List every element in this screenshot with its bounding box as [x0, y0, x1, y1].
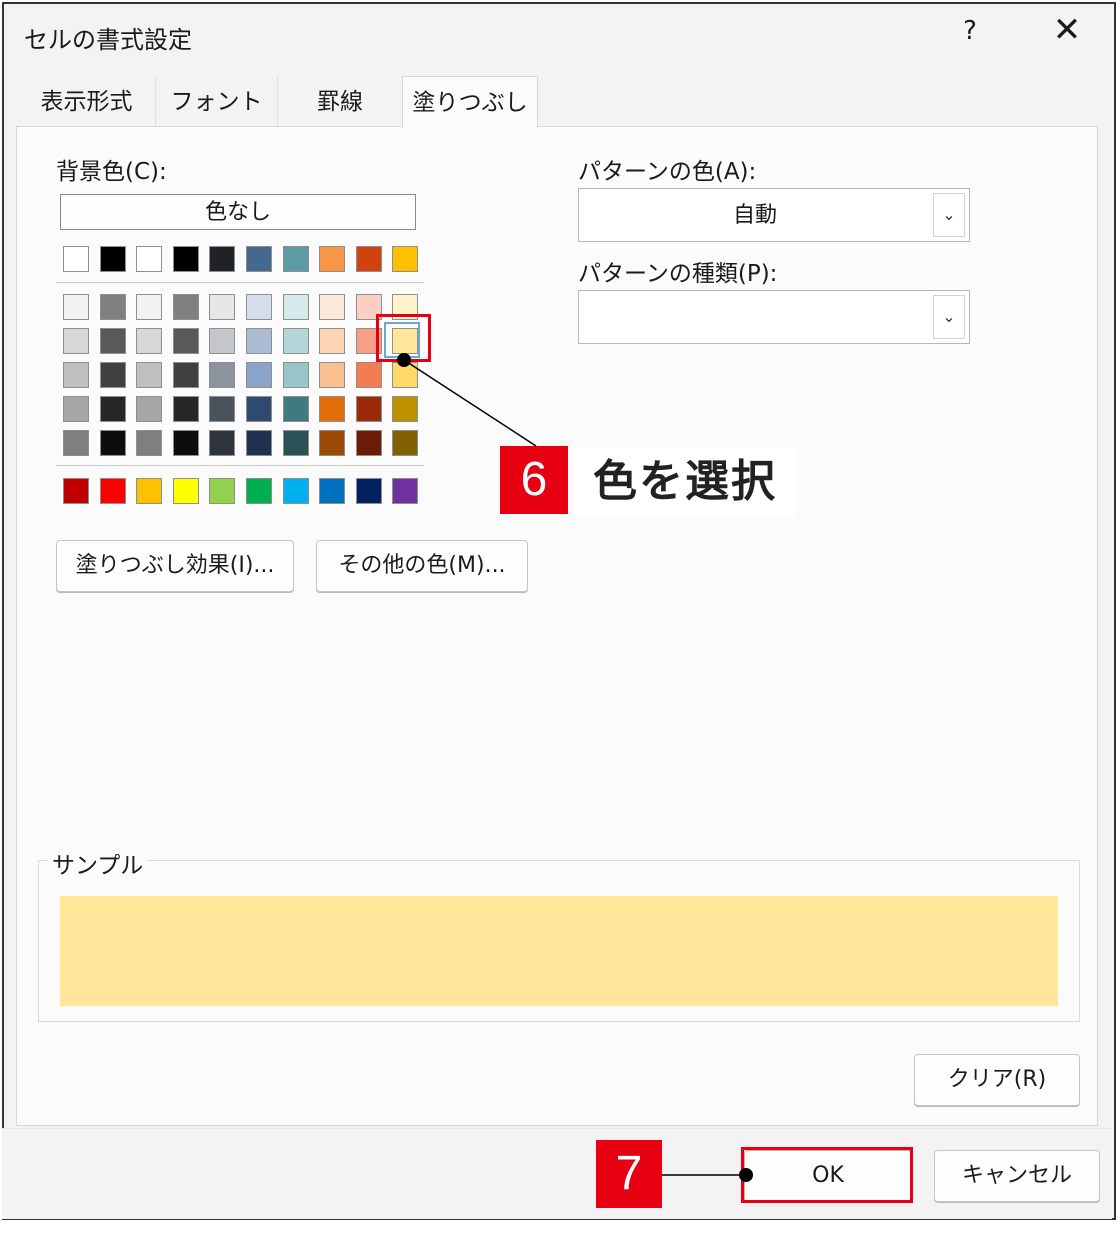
step-7-badge: 7 — [596, 1140, 662, 1208]
step-6-badge: 6 — [500, 446, 568, 514]
step-6-instruction: 色を選択 — [574, 448, 796, 516]
callout-lines — [397, 353, 753, 1182]
tab-fill[interactable]: 塗りつぶし — [402, 76, 538, 128]
